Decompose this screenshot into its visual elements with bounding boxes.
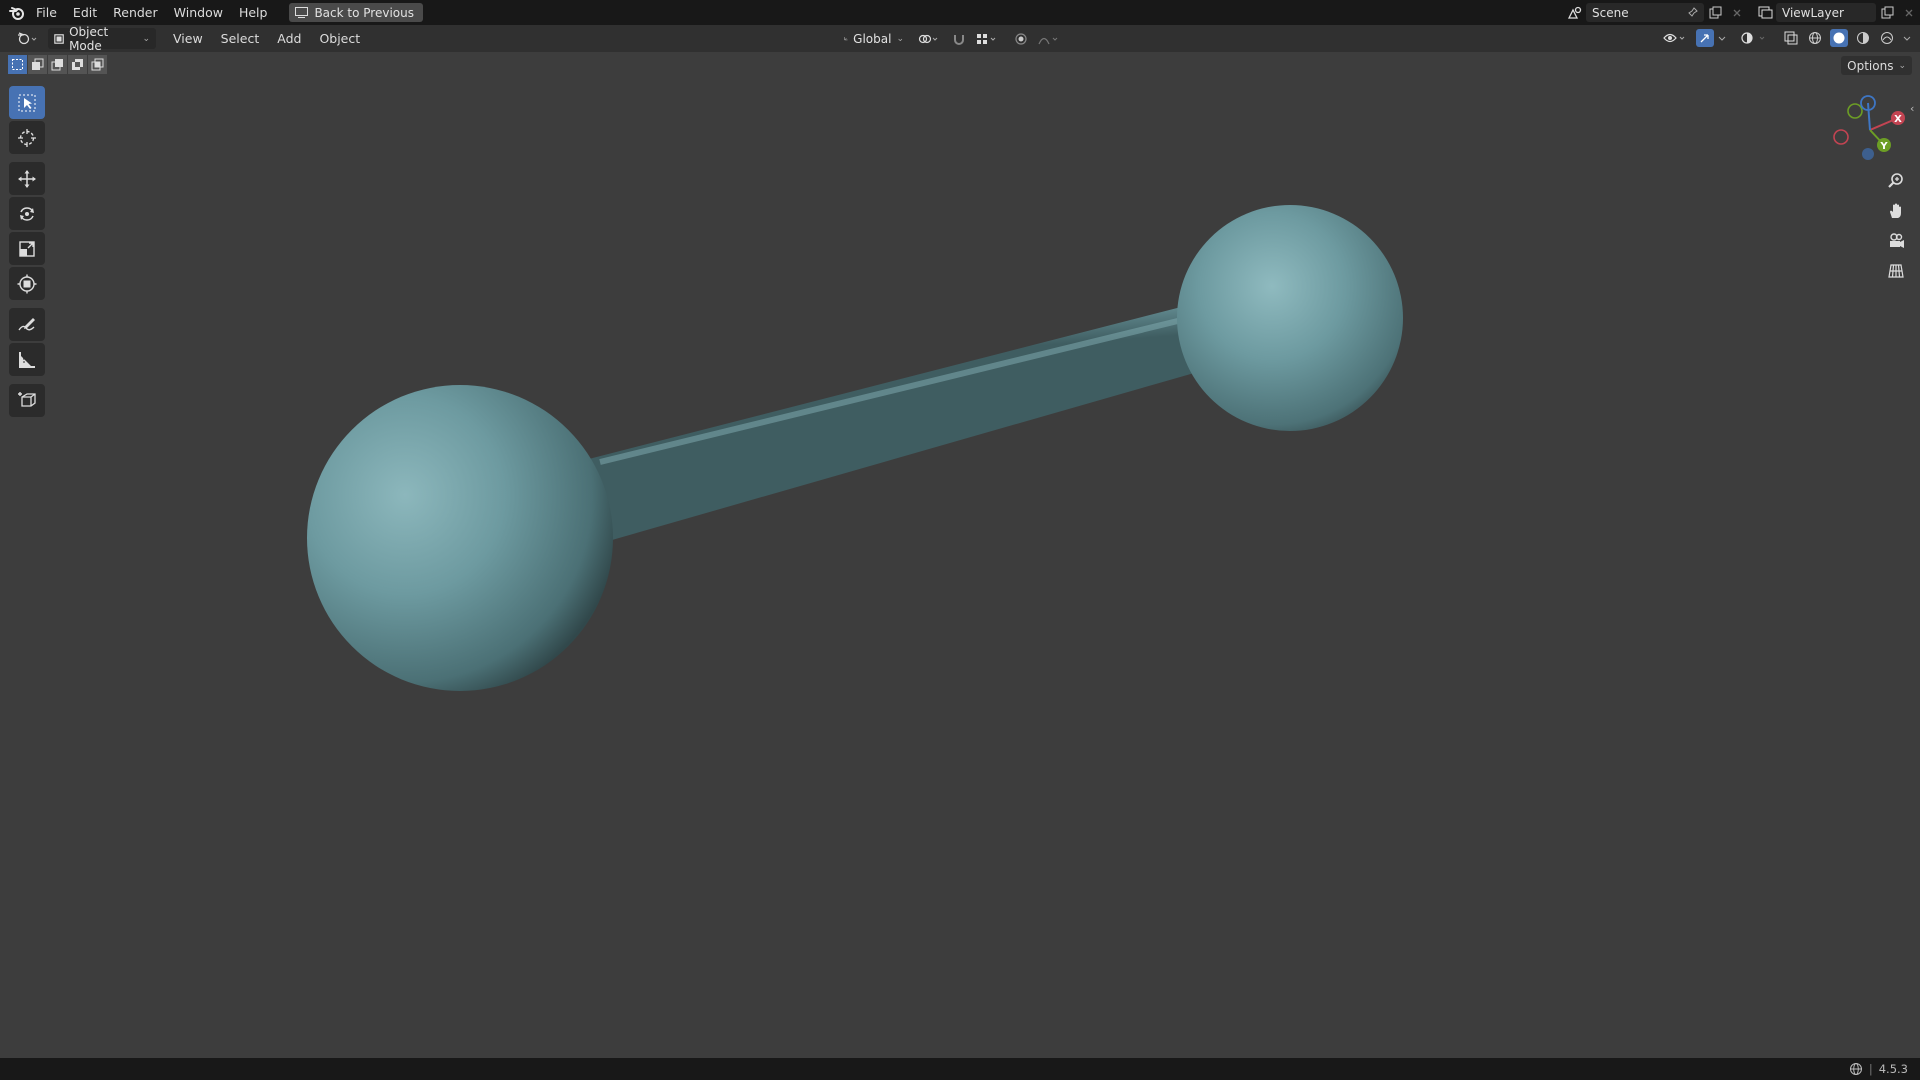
new-view-layer-icon[interactable] [1876, 3, 1898, 22]
overlays-toggle-icon[interactable] [1738, 28, 1772, 47]
proportional-editing-icon[interactable] [1010, 29, 1032, 48]
object-mode-dropdown[interactable]: Object Mode ⌄ [48, 25, 156, 53]
menu-file[interactable]: File [28, 0, 65, 25]
scene-name: Scene [1592, 5, 1629, 20]
zoom-icon[interactable] [1882, 168, 1910, 194]
neg-x-axis-icon[interactable] [1833, 129, 1849, 145]
transform-orientation-label: Global [853, 31, 892, 46]
x-axis-label: X [1894, 114, 1902, 125]
material-shading-icon[interactable] [1852, 28, 1874, 47]
snap-toggle-icon[interactable] [948, 29, 970, 48]
right-sphere[interactable] [1177, 205, 1403, 431]
object-mode-label: Object Mode [69, 24, 109, 53]
rendered-shading-icon[interactable] [1876, 28, 1898, 47]
viewport-canvas[interactable] [0, 52, 1920, 1058]
camera-view-icon[interactable] [1882, 228, 1910, 254]
y-axis-label: Y [1879, 141, 1888, 152]
screen-back-icon [295, 7, 309, 18]
scene-selector-icon[interactable] [1564, 3, 1586, 22]
new-scene-icon[interactable] [1704, 3, 1726, 22]
transform-controls: Global ⌄ [838, 28, 1062, 49]
blender-version: 4.5.3 [1878, 1062, 1908, 1076]
orientation-axes-icon [844, 37, 848, 41]
status-separator: | [1868, 1062, 1873, 1076]
delete-scene-icon[interactable] [1726, 3, 1748, 22]
perspective-grid-icon[interactable] [1882, 258, 1910, 284]
snap-target-icon[interactable] [974, 29, 1000, 48]
menu-window[interactable]: Window [166, 0, 231, 25]
menu-select[interactable]: Select [212, 31, 269, 46]
left-sphere[interactable] [307, 385, 613, 691]
scene-name-field[interactable]: Scene [1586, 3, 1704, 22]
viewport-header: Object Mode ⌄ View Select Add Object Glo… [0, 25, 1920, 53]
top-right-controls: Scene ViewLayer [1564, 0, 1920, 25]
gizmo-toggle-icon[interactable] [1692, 28, 1730, 47]
xray-toggle-icon[interactable] [1780, 28, 1802, 47]
menu-view[interactable]: View [164, 31, 212, 46]
wireframe-shading-icon[interactable] [1804, 28, 1826, 47]
neg-z-axis-icon[interactable] [1862, 148, 1874, 160]
pan-hand-icon[interactable] [1882, 198, 1910, 224]
pin-icon[interactable] [1687, 7, 1698, 18]
options-label: Options [1847, 58, 1894, 73]
options-dropdown[interactable]: Options ⌄ [1841, 56, 1912, 75]
menu-render[interactable]: Render [105, 0, 166, 25]
chevron-down-icon: ⌄ [1898, 60, 1906, 71]
menu-add[interactable]: Add [268, 31, 310, 46]
status-bar: | 4.5.3 [0, 1058, 1920, 1080]
back-to-previous-label: Back to Previous [314, 5, 414, 20]
viewport-display-controls [1660, 28, 1914, 47]
falloff-curve-icon[interactable] [1036, 29, 1062, 48]
back-to-previous-button[interactable]: Back to Previous [289, 3, 423, 22]
view-layer-name: ViewLayer [1782, 5, 1844, 20]
menu-object[interactable]: Object [310, 31, 369, 46]
chevron-down-icon: ⌄ [896, 33, 904, 44]
neg-y-axis-icon[interactable] [1847, 103, 1863, 119]
solid-shading-icon[interactable] [1828, 28, 1850, 47]
network-globe-icon[interactable] [1849, 1062, 1863, 1076]
delete-view-layer-icon[interactable] [1898, 3, 1920, 22]
menu-help[interactable]: Help [231, 0, 276, 25]
object-mode-icon [54, 33, 64, 44]
transform-orientation-dropdown[interactable]: Global ⌄ [838, 28, 910, 49]
sidebar-toggle-chevron-icon[interactable]: ‹ [1910, 102, 1914, 115]
connecting-rod[interactable] [585, 306, 1222, 540]
view-layer-field[interactable]: ViewLayer [1776, 3, 1876, 22]
top-menu-bar: File Edit Render Window Help Back to Pre… [0, 0, 1920, 25]
menu-edit[interactable]: Edit [65, 0, 105, 25]
blender-logo-icon[interactable] [6, 0, 28, 25]
navigation-gizmo[interactable]: X Y [1826, 90, 1920, 164]
visibility-eye-icon[interactable] [1660, 28, 1690, 47]
view-layer-selector-icon[interactable] [1754, 3, 1776, 22]
navigation-buttons [1882, 168, 1910, 284]
shading-options-chevron-icon[interactable] [1900, 28, 1914, 47]
editor-type-icon[interactable] [12, 29, 42, 48]
chevron-down-icon: ⌄ [142, 33, 150, 44]
pivot-point-icon[interactable] [914, 29, 944, 48]
